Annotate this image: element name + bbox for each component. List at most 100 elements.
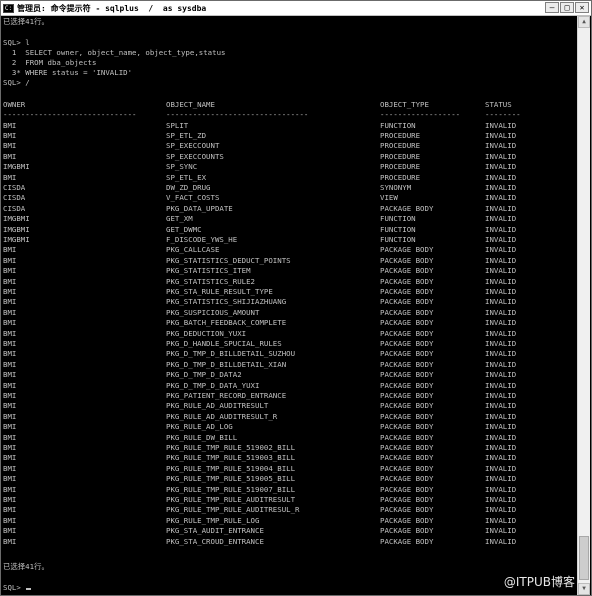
- owner-cell: BMI: [3, 380, 17, 390]
- status-cell: INVALID: [485, 536, 517, 546]
- object-type-cell: FUNCTION: [380, 214, 416, 224]
- status-cell: INVALID: [485, 203, 517, 213]
- sql-prompt[interactable]: SQL>: [3, 583, 32, 593]
- status-cell: INVALID: [485, 172, 517, 182]
- owner-cell: BMI: [3, 338, 17, 348]
- object-type-cell: PACKAGE BODY: [380, 266, 434, 276]
- object-type-cell: PACKAGE BODY: [380, 328, 434, 338]
- object-name-cell: PKG_D_TMP_D_DATA_YUXI: [166, 380, 260, 390]
- object-type-cell: PACKAGE BODY: [380, 422, 434, 432]
- sql-query-line-2: 2 FROM dba_objects: [3, 58, 97, 67]
- object-type-cell: PACKAGE BODY: [380, 411, 434, 421]
- owner-cell: IMGBMI: [3, 162, 30, 172]
- owner-cell: IMGBMI: [3, 214, 30, 224]
- status-cell: INVALID: [485, 442, 517, 452]
- watermark: @ITPUB博客: [503, 575, 575, 589]
- status-cell: INVALID: [485, 349, 517, 359]
- object-type-cell: PACKAGE BODY: [380, 484, 434, 494]
- minimize-button[interactable]: –: [545, 2, 559, 13]
- result-count-footer: 已选择41行。: [3, 562, 49, 571]
- object-type-cell: SYNONYM: [380, 182, 412, 192]
- text-cursor: [26, 588, 32, 590]
- owner-cell: IMGBMI: [3, 224, 30, 234]
- object-type-cell: PACKAGE BODY: [380, 390, 434, 400]
- object-name-cell: GET_DWMC: [166, 224, 202, 234]
- object-type-cell: PACKAGE BODY: [380, 276, 434, 286]
- object-type-cell: PROCEDURE: [380, 151, 421, 161]
- owner-cell: IMGBMI: [3, 234, 30, 244]
- owner-cell: BMI: [3, 494, 17, 504]
- object-type-cell: PACKAGE BODY: [380, 515, 434, 525]
- object-name-cell: PKG_STATISTICS_DEDUCT_POINTS: [166, 255, 291, 265]
- object-type-cell: PACKAGE BODY: [380, 318, 434, 328]
- object-name-cell: PKG_D_TMP_D_BILLDETAIL_SUZHOU: [166, 349, 296, 359]
- owner-cell: BMI: [3, 318, 17, 328]
- cmd-icon: C:: [3, 3, 14, 13]
- prompt-text: SQL>: [3, 583, 26, 592]
- object-name-cell: PKG_RULE_TMP_RULE_LOG: [166, 515, 260, 525]
- scrollbar-thumb[interactable]: [579, 536, 589, 580]
- vertical-scrollbar[interactable]: ▲ ▼: [577, 16, 590, 595]
- object-type-cell: FUNCTION: [380, 224, 416, 234]
- object-type-cell: PACKAGE BODY: [380, 380, 434, 390]
- owner-cell: BMI: [3, 401, 17, 411]
- separator-status: --------: [485, 110, 521, 119]
- object-type-cell: PACKAGE BODY: [380, 286, 434, 296]
- owner-cell: BMI: [3, 463, 17, 473]
- status-cell: INVALID: [485, 411, 517, 421]
- sql-query-line-1: 1 SELECT owner, object_name, object_type…: [3, 48, 226, 57]
- owner-cell: BMI: [3, 130, 17, 140]
- object-name-cell: PKG_RULE_DW_BILL: [166, 432, 238, 442]
- status-cell: INVALID: [485, 453, 517, 463]
- title-bar[interactable]: C: 管理员: 命令提示符 - sqlplus / as sysdba – □ …: [1, 1, 591, 16]
- owner-cell: BMI: [3, 151, 17, 161]
- object-type-cell: FUNCTION: [380, 120, 416, 130]
- owner-cell: BMI: [3, 422, 17, 432]
- status-cell: INVALID: [485, 276, 517, 286]
- object-type-cell: PACKAGE BODY: [380, 370, 434, 380]
- object-name-cell: PKG_PATIENT_RECORD_ENTRANCE: [166, 390, 287, 400]
- status-cell: INVALID: [485, 515, 517, 525]
- scroll-up-icon[interactable]: ▲: [578, 16, 590, 28]
- owner-cell: BMI: [3, 432, 17, 442]
- console-output[interactable]: 已选择41行。 SQL> l 1 SELECT owner, object_na…: [3, 17, 577, 595]
- object-type-cell: PACKAGE BODY: [380, 463, 434, 473]
- status-cell: INVALID: [485, 526, 517, 536]
- object-name-cell: F_DISCODE_YWS_HE: [166, 234, 238, 244]
- scroll-down-icon[interactable]: ▼: [578, 583, 590, 595]
- status-cell: INVALID: [485, 494, 517, 504]
- status-cell: INVALID: [485, 224, 517, 234]
- status-cell: INVALID: [485, 297, 517, 307]
- object-name-cell: SP_ETL_EX: [166, 172, 207, 182]
- object-name-cell: PKG_STATISTICS_RULE2: [166, 276, 255, 286]
- owner-cell: BMI: [3, 172, 17, 182]
- object-name-cell: PKG_STA_AUDIT_ENTRANCE: [166, 526, 264, 536]
- object-type-cell: PACKAGE BODY: [380, 494, 434, 504]
- maximize-button[interactable]: □: [560, 2, 574, 13]
- owner-cell: BMI: [3, 349, 17, 359]
- separator-object-type: ------------------: [380, 110, 461, 119]
- object-name-cell: SP_SYNC: [166, 162, 198, 172]
- object-name-cell: PKG_RULE_TMP_RULE_519003_BILL: [166, 453, 296, 463]
- object-name-cell: PKG_RULE_AD_AUDITRESULT_R: [166, 411, 278, 421]
- status-cell: INVALID: [485, 307, 517, 317]
- owner-cell: CISDA: [3, 193, 26, 203]
- object-name-cell: SP_EXECCOUNTS: [166, 151, 224, 161]
- status-cell: INVALID: [485, 380, 517, 390]
- owner-cell: CISDA: [3, 203, 26, 213]
- status-cell: INVALID: [485, 370, 517, 380]
- separator-object-name: --------------------------------: [166, 110, 309, 119]
- object-name-cell: PKG_RULE_TMP_RULE_AUDITRESUL_R: [166, 505, 300, 515]
- status-cell: INVALID: [485, 401, 517, 411]
- status-cell: INVALID: [485, 234, 517, 244]
- close-button[interactable]: ✕: [575, 2, 589, 13]
- owner-cell: BMI: [3, 505, 17, 515]
- header-object-type: OBJECT_TYPE: [380, 100, 429, 109]
- header-object-name: OBJECT_NAME: [166, 100, 215, 109]
- object-type-cell: PACKAGE BODY: [380, 526, 434, 536]
- status-cell: INVALID: [485, 474, 517, 484]
- object-name-cell: PKG_RULE_AD_LOG: [166, 422, 233, 432]
- object-type-cell: PACKAGE BODY: [380, 255, 434, 265]
- status-cell: INVALID: [485, 463, 517, 473]
- object-name-cell: PKG_STATISTICS_SHIJIAZHUANG: [166, 297, 287, 307]
